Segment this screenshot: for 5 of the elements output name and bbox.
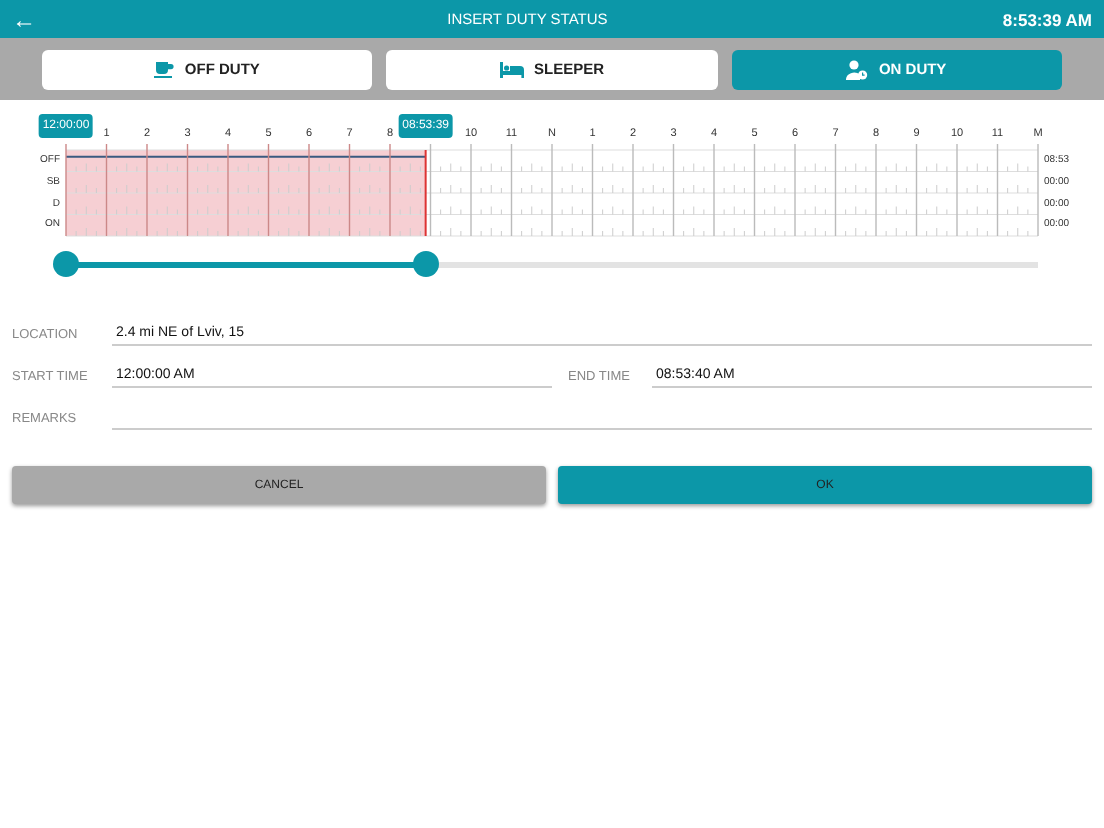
bed-icon (499, 61, 524, 77)
back-arrow[interactable]: ← (12, 5, 52, 33)
cup-icon (154, 60, 175, 78)
person-icon (846, 59, 869, 79)
clock-time: 8:53:39 AM (1002, 9, 1092, 29)
